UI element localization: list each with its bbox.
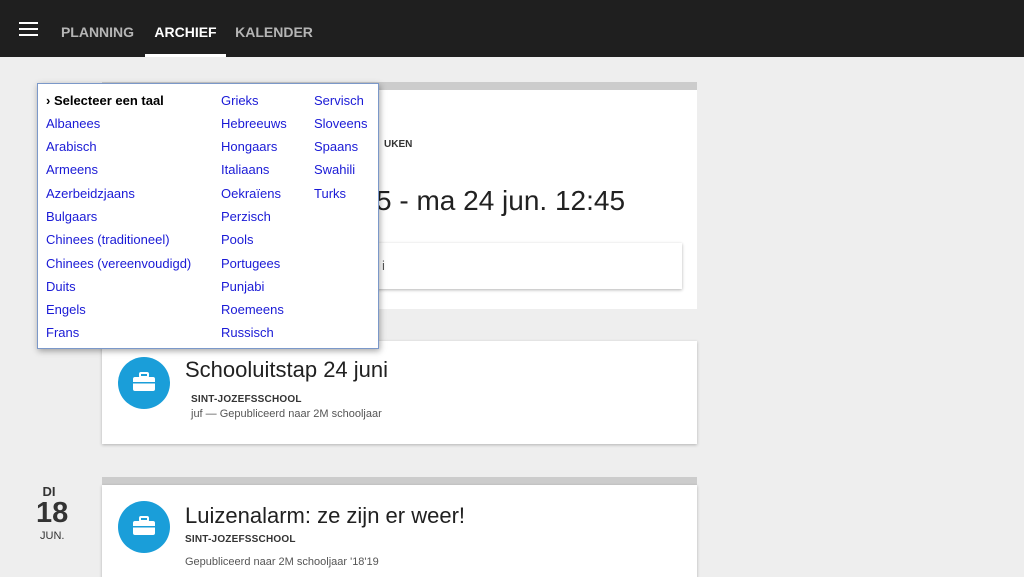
language-option[interactable]: Engels <box>46 302 86 317</box>
post-card[interactable]: Luizenalarm: ze zijn er weer! SINT-JOZEF… <box>102 485 697 577</box>
date-month: JUN. <box>40 530 65 542</box>
card-school: SINT-JOZEFSSCHOOL <box>191 394 302 405</box>
language-option[interactable]: Bulgaars <box>46 209 97 224</box>
tab-planning[interactable]: PLANNING <box>53 0 142 57</box>
language-option[interactable]: Punjabi <box>221 279 264 294</box>
language-option[interactable]: Hongaars <box>221 139 277 154</box>
card-meta: juf — Gepubliceerd naar 2M schooljaar <box>191 408 382 420</box>
language-option[interactable]: Roemeens <box>221 302 284 317</box>
language-menu-header: › Selecteer een taal <box>46 93 164 108</box>
briefcase-icon <box>118 501 170 553</box>
event-detail-box[interactable]: i <box>342 243 682 289</box>
language-option[interactable]: Hebreeuws <box>221 116 287 131</box>
date-day: 18 <box>36 497 69 529</box>
event-detail-text: i <box>382 258 385 273</box>
language-select-menu: › Selecteer een taal Albanees Arabisch A… <box>37 83 379 349</box>
post-card[interactable]: Schooluitstap 24 juni SINT-JOZEFSSCHOOL … <box>102 341 697 444</box>
language-option[interactable]: Arabisch <box>46 139 97 154</box>
language-option[interactable]: Oekraïens <box>221 186 281 201</box>
tab-kalender[interactable]: KALENDER <box>229 0 319 57</box>
language-option[interactable]: Armeens <box>46 162 98 177</box>
card-header-strip <box>102 477 697 485</box>
card-school: SINT-JOZEFSSCHOOL <box>185 534 296 545</box>
tab-archief[interactable]: ARCHIEF <box>145 0 226 57</box>
language-option[interactable]: Chinees (vereenvoudigd) <box>46 256 191 271</box>
event-datetime: 5 - ma 24 jun. 12:45 <box>376 185 626 216</box>
language-option[interactable]: Duits <box>46 279 76 294</box>
briefcase-icon <box>118 357 170 409</box>
card-title: Schooluitstap 24 juni <box>185 357 389 382</box>
language-option[interactable]: Grieks <box>221 93 259 108</box>
language-option[interactable]: Sloveens <box>314 116 367 131</box>
language-option[interactable]: Perzisch <box>221 209 271 224</box>
language-option[interactable]: Italiaans <box>221 162 269 177</box>
card-meta: Gepubliceerd naar 2M schooljaar '18'19 <box>185 556 379 568</box>
card-title: Luizenalarm: ze zijn er weer! <box>185 503 466 528</box>
language-option[interactable]: Turks <box>314 186 346 201</box>
language-option[interactable]: Spaans <box>314 139 358 154</box>
language-option[interactable]: Portugees <box>221 256 280 271</box>
active-tab-indicator <box>145 54 226 57</box>
language-option[interactable]: Servisch <box>314 93 364 108</box>
language-option[interactable]: Pools <box>221 232 254 247</box>
language-option[interactable]: Frans <box>46 325 79 340</box>
top-app-bar: PLANNING ARCHIEF KALENDER <box>0 0 1024 57</box>
hamburger-menu-icon[interactable] <box>19 22 38 36</box>
language-option[interactable]: Azerbeidzjaans <box>46 186 135 201</box>
language-option[interactable]: Chinees (traditioneel) <box>46 232 170 247</box>
language-option[interactable]: Swahili <box>314 162 355 177</box>
language-option[interactable]: Russisch <box>221 325 274 340</box>
card-school: UKEN <box>384 139 413 150</box>
language-option[interactable]: Albanees <box>46 116 100 131</box>
